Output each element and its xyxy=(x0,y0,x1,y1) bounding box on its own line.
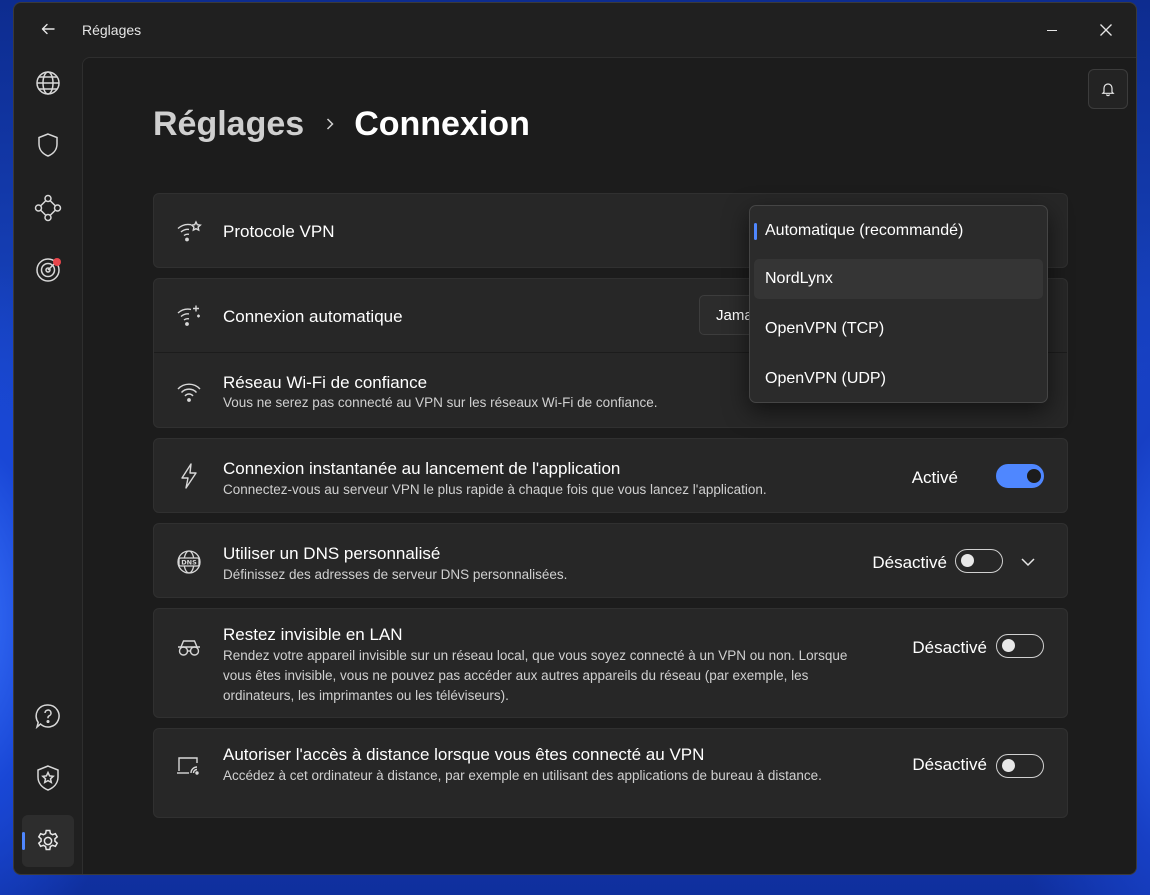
help-icon xyxy=(35,704,60,729)
glasses-icon xyxy=(174,632,204,662)
card-lan-invisible: Restez invisible en LAN Rendez votre app… xyxy=(153,608,1068,718)
dropdown-option-label: Automatique (recommandé) xyxy=(765,222,964,239)
meshnet-icon xyxy=(34,194,62,222)
toggle-knob xyxy=(1002,759,1015,772)
minimize-icon xyxy=(1047,29,1057,32)
chevron-down-icon xyxy=(1021,558,1035,567)
shield-icon xyxy=(38,133,58,157)
notification-badge xyxy=(53,258,61,266)
window-title: Réglages xyxy=(82,22,142,38)
vpn-protocol-dropdown: Automatique (recommandé) NordLynx OpenVP… xyxy=(749,205,1048,403)
trusted-wifi-desc: Vous ne serez pas connecté au VPN sur le… xyxy=(223,395,658,410)
sidebar-item-threat-protection[interactable] xyxy=(22,119,74,171)
remote-access-state: Désactivé xyxy=(912,755,987,774)
gear-icon xyxy=(37,829,59,851)
back-button[interactable] xyxy=(34,15,62,43)
title-bar: Réglages xyxy=(14,3,1136,57)
toggle-knob xyxy=(961,554,974,567)
settings-content: Réglages Connexion Protocole VPN Connexi… xyxy=(82,57,1136,874)
lan-invisible-state: Désactivé xyxy=(912,638,987,657)
dropdown-option-label: OpenVPN (UDP) xyxy=(765,370,886,387)
trusted-wifi-title: Réseau Wi-Fi de confiance xyxy=(223,373,428,392)
toggle-knob xyxy=(1027,468,1041,483)
breadcrumb: Réglages Connexion xyxy=(153,102,530,146)
notifications-button[interactable] xyxy=(1088,69,1128,109)
dns-icon: DNS xyxy=(174,547,204,577)
dropdown-option-openvpn-udp[interactable]: OpenVPN (UDP) xyxy=(754,359,1043,399)
auto-connect-label: Connexion automatique xyxy=(223,307,403,326)
sidebar-item-meshnet[interactable] xyxy=(22,182,74,234)
globe-icon xyxy=(36,71,60,95)
toggle-knob xyxy=(1002,639,1015,652)
app-window: Réglages Réglages Connexion Protocole VP… xyxy=(13,2,1137,875)
custom-dns-desc: Définissez des adresses de serveur DNS p… xyxy=(223,567,568,582)
instant-connect-title: Connexion instantanée au lancement de l'… xyxy=(223,459,621,478)
close-button[interactable] xyxy=(1086,15,1126,45)
active-indicator xyxy=(22,832,25,850)
remote-access-title: Autoriser l'accès à distance lorsque vou… xyxy=(223,745,705,764)
dropdown-option-label: NordLynx xyxy=(765,270,833,287)
remote-access-desc: Accédez à cet ordinateur à distance, par… xyxy=(223,768,822,783)
instant-connect-desc: Connectez-vous au serveur VPN le plus ra… xyxy=(223,482,767,497)
lan-invisible-title: Restez invisible en LAN xyxy=(223,625,403,644)
instant-connect-state: Activé xyxy=(911,468,958,487)
wifi-sparkle-icon xyxy=(174,301,204,331)
dropdown-option-automatic[interactable]: Automatique (recommandé) xyxy=(754,211,1043,251)
lightning-icon xyxy=(174,461,204,491)
sidebar-item-help[interactable] xyxy=(22,690,74,742)
card-custom-dns: DNS Utiliser un DNS personnalisé Définis… xyxy=(153,523,1068,598)
dropdown-option-label: OpenVPN (TCP) xyxy=(765,320,885,337)
vpn-protocol-label: Protocole VPN xyxy=(223,222,335,241)
arrow-left-icon xyxy=(41,23,55,35)
bell-icon xyxy=(1101,83,1115,97)
card-instant-connect: Connexion instantanée au lancement de l'… xyxy=(153,438,1068,513)
custom-dns-state: Désactivé xyxy=(872,553,947,572)
sidebar-item-premium[interactable] xyxy=(22,752,74,804)
wifi-icon xyxy=(174,377,204,407)
selected-indicator xyxy=(754,223,757,240)
lan-invisible-desc: Rendez votre appareil invisible sur un r… xyxy=(223,648,848,703)
sidebar xyxy=(14,57,82,874)
sidebar-item-servers[interactable] xyxy=(22,57,74,109)
instant-connect-toggle[interactable] xyxy=(996,464,1044,488)
chevron-right-icon xyxy=(324,116,336,132)
dropdown-option-openvpn-tcp[interactable]: OpenVPN (TCP) xyxy=(754,309,1043,349)
sidebar-item-dark-web-monitor[interactable] xyxy=(22,244,74,296)
page-title: Connexion xyxy=(354,104,530,143)
remote-desktop-icon xyxy=(174,751,204,781)
star-shield-icon xyxy=(37,765,59,791)
svg-text:DNS: DNS xyxy=(181,559,197,567)
wifi-star-icon xyxy=(174,217,204,247)
remote-access-toggle[interactable] xyxy=(996,754,1044,778)
close-icon xyxy=(1100,24,1112,36)
minimize-button[interactable] xyxy=(1032,15,1072,45)
dropdown-option-nordlynx[interactable]: NordLynx xyxy=(754,259,1043,299)
expand-button[interactable] xyxy=(1016,551,1040,573)
custom-dns-title: Utiliser un DNS personnalisé xyxy=(223,544,441,563)
lan-invisible-toggle[interactable] xyxy=(996,634,1044,658)
sidebar-item-settings[interactable] xyxy=(22,815,74,867)
custom-dns-toggle[interactable] xyxy=(955,549,1003,573)
breadcrumb-parent[interactable]: Réglages xyxy=(153,105,304,144)
card-remote-access: Autoriser l'accès à distance lorsque vou… xyxy=(153,728,1068,818)
